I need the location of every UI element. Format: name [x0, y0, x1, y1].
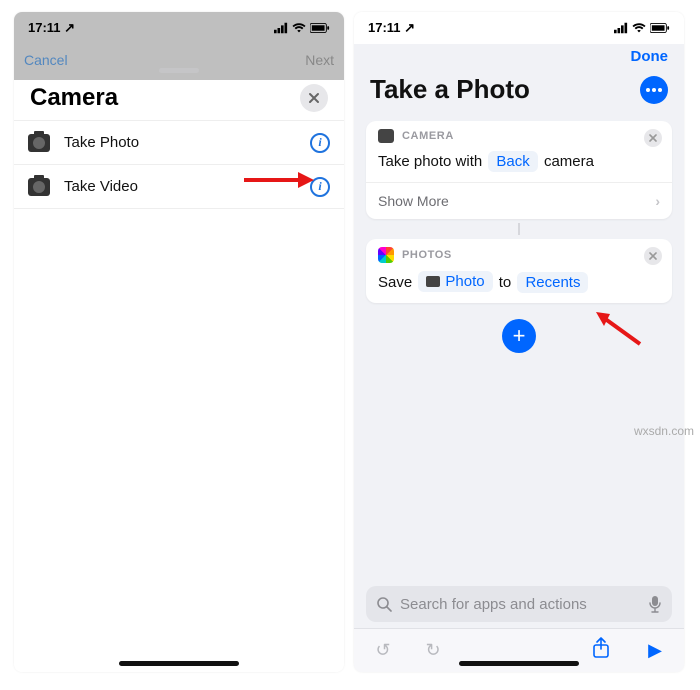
status-bar: 17:11 ↗	[14, 12, 344, 44]
home-indicator[interactable]	[459, 661, 579, 666]
chip-label: Photo	[445, 273, 484, 290]
show-more-label: Show More	[378, 193, 449, 209]
status-time: 17:11 ↗	[368, 20, 415, 36]
camera-icon	[28, 134, 50, 152]
show-more-row[interactable]: Show More ›	[366, 182, 672, 219]
editor-body: Done Take a Photo CAMERA Take photo with	[354, 44, 684, 672]
wifi-icon	[632, 22, 646, 34]
action-list: Take Photo i Take Video i	[14, 120, 344, 209]
plus-icon: +	[513, 323, 526, 349]
card-body: Save Photo to Recents	[366, 267, 672, 303]
annotation-arrow	[590, 310, 646, 350]
home-indicator[interactable]	[119, 661, 239, 666]
info-button[interactable]: i	[310, 133, 330, 153]
share-button[interactable]	[586, 637, 616, 664]
search-field[interactable]: Search for apps and actions	[366, 586, 672, 622]
redo-button[interactable]: ↻	[418, 640, 448, 661]
chevron-right-icon: ›	[655, 193, 660, 209]
time-text: 17:11	[368, 20, 401, 35]
signal-icon	[274, 22, 288, 34]
status-time: 17:11 ↗	[28, 20, 75, 36]
run-button[interactable]: ▶	[640, 640, 670, 661]
chip-label: Recents	[525, 274, 580, 291]
close-icon	[308, 92, 320, 104]
status-right	[274, 22, 330, 34]
watermark: wxsdn.com	[634, 424, 694, 438]
param-input-photo[interactable]: Photo	[418, 271, 492, 292]
connector-line	[518, 223, 520, 235]
text: Take photo with	[378, 153, 482, 170]
text: to	[499, 274, 512, 291]
close-icon	[649, 134, 657, 142]
ellipsis-icon	[646, 88, 650, 92]
sheet-title: Camera	[30, 84, 118, 112]
location-icon: ↗	[64, 20, 75, 35]
search-icon	[376, 596, 392, 612]
close-icon	[649, 252, 657, 260]
microphone-icon[interactable]	[648, 595, 662, 613]
nav-bar: Done	[354, 44, 684, 72]
next-hint: Next	[305, 52, 334, 68]
card-header: PHOTOS	[366, 239, 672, 267]
shortcut-title[interactable]: Take a Photo	[370, 74, 530, 105]
status-right	[614, 22, 670, 34]
row-take-photo[interactable]: Take Photo i	[14, 121, 344, 165]
remove-action-button[interactable]	[644, 247, 662, 265]
chip-label: Back	[496, 153, 529, 170]
card-app-name: PHOTOS	[402, 249, 452, 261]
text: camera	[544, 153, 594, 170]
camera-icon	[426, 276, 440, 287]
row-label: Take Photo	[64, 134, 139, 151]
share-icon	[592, 637, 610, 659]
search-placeholder: Search for apps and actions	[400, 596, 587, 613]
close-button[interactable]	[300, 84, 328, 112]
wifi-icon	[292, 22, 306, 34]
card-header: CAMERA	[366, 121, 672, 147]
camera-icon	[28, 178, 50, 196]
camera-app-icon	[378, 129, 394, 143]
action-sheet: Camera Take Photo i Take Video i	[14, 70, 344, 672]
right-phone: 17:11 ↗ Done Take a Photo CAMERA	[354, 12, 684, 672]
done-button[interactable]: Done	[631, 48, 669, 72]
time-text: 17:11	[28, 20, 61, 35]
header: Take a Photo	[354, 72, 684, 115]
dimmed-background: Cancel Next	[14, 44, 344, 80]
action-card-camera[interactable]: CAMERA Take photo with Back camera Show …	[366, 121, 672, 219]
left-phone: 17:11 ↗ Cancel Next Camera Tak	[14, 12, 344, 672]
battery-icon	[650, 22, 670, 34]
text: Save	[378, 274, 412, 291]
row-label: Take Video	[64, 178, 138, 195]
add-action-button[interactable]: +	[502, 319, 536, 353]
battery-icon	[310, 22, 330, 34]
action-card-photos[interactable]: PHOTOS Save Photo to Recents	[366, 239, 672, 303]
card-app-name: CAMERA	[402, 130, 454, 142]
cancel-hint: Cancel	[24, 52, 68, 68]
param-camera-facing[interactable]: Back	[488, 151, 537, 172]
annotation-arrow	[244, 170, 314, 190]
param-album[interactable]: Recents	[517, 272, 588, 293]
location-icon: ↗	[404, 20, 415, 35]
undo-button[interactable]: ↺	[368, 640, 398, 661]
photos-app-icon	[378, 247, 394, 263]
sheet-grabber[interactable]	[159, 68, 199, 73]
remove-action-button[interactable]	[644, 129, 662, 147]
signal-icon	[614, 22, 628, 34]
card-body: Take photo with Back camera	[366, 147, 672, 182]
more-menu-button[interactable]	[640, 76, 668, 104]
status-bar: 17:11 ↗	[354, 12, 684, 44]
